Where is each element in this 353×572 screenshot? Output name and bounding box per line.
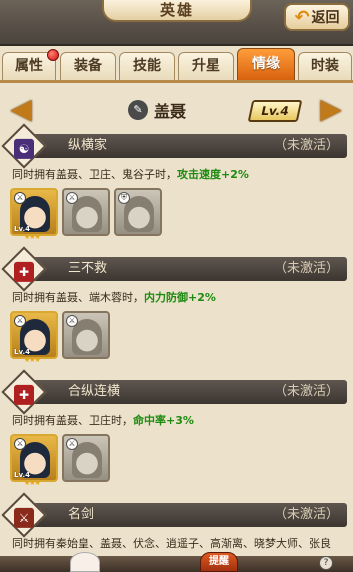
sword-icon: ⚔ <box>66 315 78 327</box>
back-label: 返回 <box>311 10 340 26</box>
bond-description: 同时拥有盖聂、卫庄、鬼谷子时，攻击速度+2% <box>4 166 349 182</box>
tab-label: 属性 <box>15 58 43 74</box>
star-rating: ★★★ <box>24 479 41 487</box>
bond-title: 合纵连横 <box>68 384 121 399</box>
hero-selector: ◀ ✎ 盖聂 Lv.4 ▶ <box>0 84 353 136</box>
bond-title: 名剑 <box>68 507 95 522</box>
hero-portrait[interactable]: ⛨ <box>114 188 162 236</box>
bond-header: 纵横家 （未激活） <box>18 134 347 158</box>
top-bar: 英雄 ↶ 返回 <box>0 0 353 46</box>
tab-equipment[interactable]: 装备 <box>60 52 116 80</box>
portrait-list: ⚔ Lv.4 ★★★ ⚔ <box>4 311 349 364</box>
bond-emblem-icon: ✚ <box>1 369 47 415</box>
bond-title: 三不救 <box>68 261 108 276</box>
sword-icon: ⚔ <box>14 192 26 204</box>
bond-requirement: 同时拥有盖聂、卫庄时， <box>12 414 133 427</box>
bond-section: 名剑 （未激活） ⚔ 同时拥有秦始皇、盖聂、伏念、逍遥子、高渐离、晓梦大师、张良 <box>1 492 349 551</box>
bottom-bar <box>0 556 353 572</box>
bond-bonus: 命中率+3% <box>133 414 194 427</box>
hero-name: 盖聂 <box>154 102 187 121</box>
bond-description: 同时拥有秦始皇、盖聂、伏念、逍遥子、高渐离、晓梦大师、张良 <box>4 535 349 551</box>
tab-divider <box>0 80 353 83</box>
bond-requirement: 同时拥有盖聂、端木蓉时， <box>12 291 144 304</box>
tab-label: 装备 <box>74 58 102 74</box>
portrait-level: Lv.4 <box>14 348 30 356</box>
bond-header: 三不救 （未激活） <box>18 257 347 281</box>
bond-section: 纵横家 （未激活） ☯ 同时拥有盖聂、卫庄、鬼谷子时，攻击速度+2% ⚔ Lv.… <box>1 123 349 241</box>
tab-label: 升星 <box>192 58 220 74</box>
star-rating: ★★★ <box>24 233 41 241</box>
back-button[interactable]: ↶ 返回 <box>284 3 350 31</box>
portrait-list: ⚔ Lv.4 ★★★ ⚔ ⛨ <box>4 188 349 241</box>
sword-icon: ⚔ <box>14 315 26 327</box>
back-arrow-icon: ↶ <box>294 6 310 28</box>
bond-description: 同时拥有盖聂、卫庄时，命中率+3% <box>4 412 349 428</box>
bond-header: 名剑 （未激活） <box>18 503 347 527</box>
hero-portrait[interactable]: ⚔ <box>62 434 110 482</box>
prev-hero-arrow-icon[interactable]: ◀ <box>8 94 34 126</box>
bond-status: （未激活） <box>273 138 339 153</box>
hero-portrait[interactable]: ⚔ Lv.4 ★★★ <box>10 311 58 364</box>
bond-description: 同时拥有盖聂、端木蓉时，内力防御+2% <box>4 289 349 305</box>
bond-status: （未激活） <box>273 261 339 276</box>
remind-button[interactable]: 提醒 <box>200 552 238 572</box>
bond-section: 三不救 （未激活） ✚ 同时拥有盖聂、端木蓉时，内力防御+2% ⚔ Lv.4 ★… <box>1 246 349 364</box>
tab-costume[interactable]: 时装 <box>298 52 352 80</box>
page-title: 英雄 <box>102 0 252 22</box>
tab-bar: 属性 装备 技能 升星 情缘 时装 <box>0 48 353 80</box>
sword-icon: ⚔ <box>66 438 78 450</box>
bond-bonus: 内力防御+2% <box>144 291 216 304</box>
bond-requirement: 同时拥有秦始皇、盖聂、伏念、逍遥子、高渐离、晓梦大师、张良 <box>12 537 331 550</box>
sword-icon: ⚔ <box>66 192 78 204</box>
tab-label: 情缘 <box>252 56 280 72</box>
shield-icon: ⛨ <box>118 192 130 204</box>
notification-dot <box>47 49 59 61</box>
hero-level-badge: Lv.4 <box>247 100 303 122</box>
sword-icon: ⚔ <box>14 438 26 450</box>
tab-label: 技能 <box>133 58 161 74</box>
bond-status: （未激活） <box>273 507 339 522</box>
bond-header: 合纵连横 （未激活） <box>18 380 347 404</box>
tab-attributes[interactable]: 属性 <box>2 49 59 80</box>
bond-requirement: 同时拥有盖聂、卫庄、鬼谷子时， <box>12 168 177 181</box>
next-hero-arrow-icon[interactable]: ▶ <box>318 94 344 126</box>
hero-faction-icon: ✎ <box>128 100 148 120</box>
hero-portrait[interactable]: ⚔ <box>62 188 110 236</box>
portrait-level: Lv.4 <box>14 225 30 233</box>
portrait-list: ⚔ Lv.4 ★★★ ⚔ <box>4 434 349 487</box>
bond-status: （未激活） <box>273 384 339 399</box>
mascot-icon <box>70 552 100 572</box>
help-icon[interactable]: ? <box>319 556 333 570</box>
tab-bonds[interactable]: 情缘 <box>237 48 295 80</box>
tab-skills[interactable]: 技能 <box>119 52 175 80</box>
bond-title: 纵横家 <box>68 138 108 153</box>
bond-emblem-icon: ✚ <box>1 246 47 292</box>
tab-label: 时装 <box>311 58 339 74</box>
hero-portrait[interactable]: ⚔ Lv.4 ★★★ <box>10 434 58 487</box>
bond-emblem-icon: ⚔ <box>1 492 47 538</box>
portrait-level: Lv.4 <box>14 471 30 479</box>
hero-portrait[interactable]: ⚔ Lv.4 ★★★ <box>10 188 58 241</box>
hero-name-group: ✎ 盖聂 <box>128 98 186 122</box>
tab-star-up[interactable]: 升星 <box>178 52 234 80</box>
hero-portrait[interactable]: ⚔ <box>62 311 110 359</box>
bond-section: 合纵连横 （未激活） ✚ 同时拥有盖聂、卫庄时，命中率+3% ⚔ Lv.4 ★★… <box>1 369 349 487</box>
star-rating: ★★★ <box>24 356 41 364</box>
bond-bonus: 攻击速度+2% <box>177 168 249 181</box>
